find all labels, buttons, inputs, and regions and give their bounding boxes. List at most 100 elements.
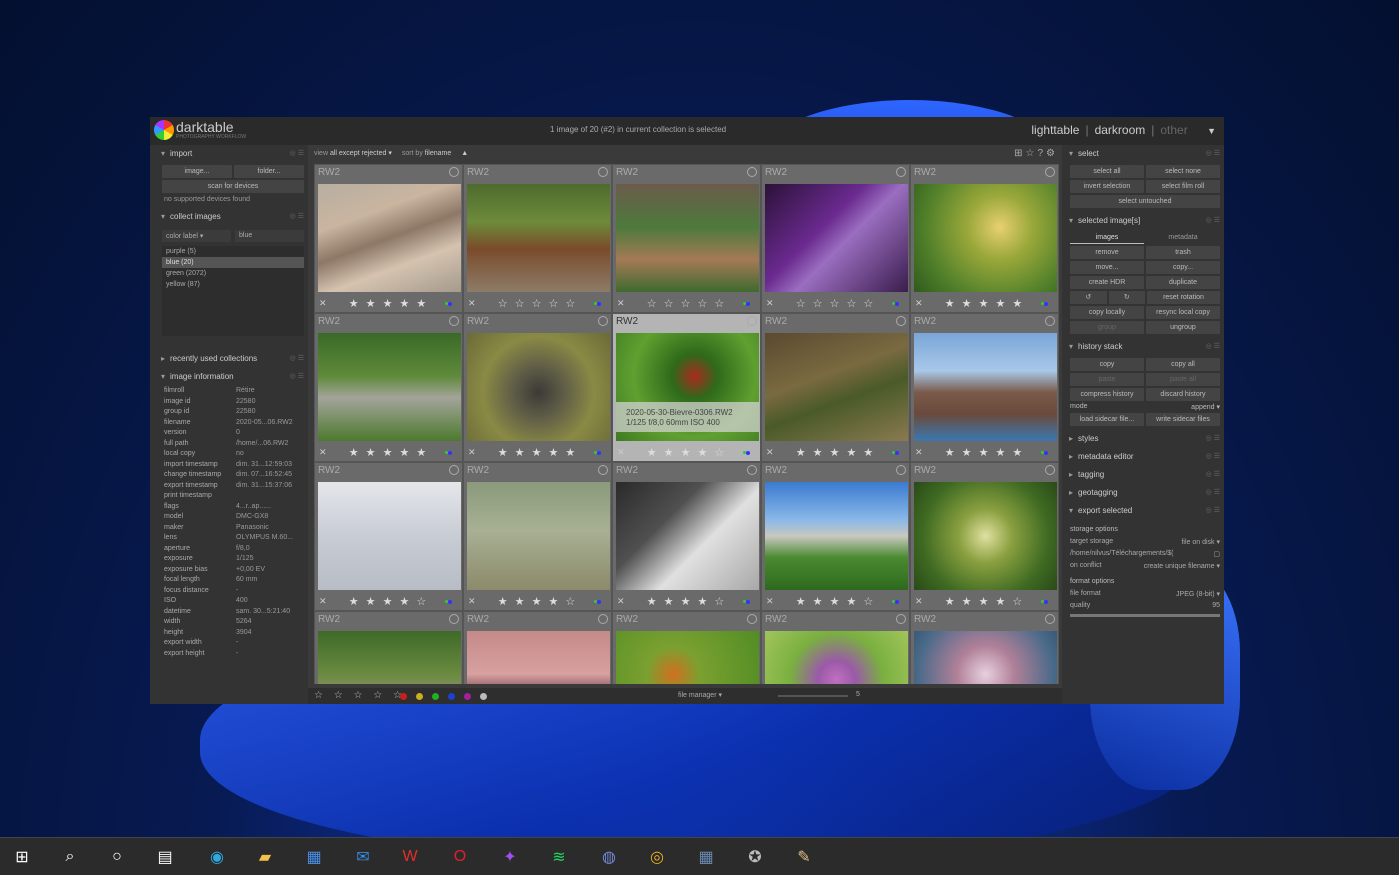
thumbnail-cell[interactable]: RW2 ✕ ★ ★ ★ ★ ★ — [910, 313, 1059, 462]
load-sidecar-button[interactable]: load sidecar file... — [1070, 413, 1144, 426]
history-paste-button[interactable]: paste — [1070, 373, 1144, 386]
copy-locally-button[interactable]: copy locally — [1070, 306, 1144, 319]
preferences-gear-icon[interactable]: ⚙ — [1046, 148, 1058, 159]
select-film-roll-button[interactable]: select film roll — [1146, 180, 1220, 193]
cortana-icon[interactable]: ○ — [105, 845, 129, 869]
view-filter-select[interactable]: all except rejected ▾ — [330, 150, 392, 157]
view-lighttable[interactable]: lighttable — [1031, 123, 1079, 137]
altered-icon[interactable] — [598, 614, 608, 624]
wps-icon[interactable]: W — [398, 845, 422, 869]
color-label-filter-button[interactable] — [400, 693, 407, 700]
module-styles-header[interactable]: styles◎ ☰ — [1066, 430, 1224, 448]
mail-icon[interactable]: ✉ — [351, 845, 375, 869]
module-history-header[interactable]: history stack◎ ☰ — [1066, 338, 1224, 356]
altered-icon[interactable] — [896, 167, 906, 177]
history-copy-button[interactable]: copy — [1070, 358, 1144, 371]
messenger-icon[interactable]: ✦ — [498, 845, 522, 869]
layout-select[interactable]: file manager ▾ — [678, 691, 722, 699]
export-path-input[interactable]: /home/nilvus/Téléchargements/$( — [1070, 550, 1174, 558]
thumbnail-cell[interactable]: RW2 ✕ ☆ ☆ ☆ ☆ ☆ — [612, 164, 761, 313]
thumbnail-cell[interactable]: RW2 ✕ ★ ★ ★ ★ ★ — [463, 313, 612, 462]
star-rating[interactable]: ★ ★ ★ ★ ☆ — [613, 446, 760, 459]
scan-devices-button[interactable]: scan for devices — [162, 180, 304, 193]
on-conflict-select[interactable]: create unique filename ▾ — [1144, 562, 1220, 570]
discord-icon[interactable]: ◍ — [597, 845, 621, 869]
altered-icon[interactable] — [449, 614, 459, 624]
thumbnail-cell[interactable]: RW2 ✕ ★ ★ ★ ★ ☆ — [314, 462, 463, 611]
color-label-filter-button[interactable] — [432, 693, 439, 700]
search-icon[interactable]: ⌕ — [58, 845, 82, 869]
altered-icon[interactable] — [1045, 167, 1055, 177]
star-rating[interactable]: ★ ★ ★ ★ ★ — [315, 446, 462, 459]
view-darkroom[interactable]: darkroom — [1095, 123, 1146, 137]
import-image-button[interactable]: image... — [162, 165, 232, 178]
altered-icon[interactable] — [896, 614, 906, 624]
select-all-button[interactable]: select all — [1070, 165, 1144, 178]
star-rating[interactable]: ★ ★ ★ ★ ☆ — [911, 595, 1058, 608]
star-rating[interactable]: ☆ ☆ ☆ ☆ ☆ — [464, 297, 611, 310]
opera-icon[interactable]: O — [448, 845, 472, 869]
thumbnail-cell[interactable]: RW2✕ — [612, 611, 761, 684]
rating-filter-stars[interactable]: ☆ ☆ ☆ ☆ ☆ — [314, 690, 406, 701]
module-import-header[interactable]: import◎ ☰ — [158, 145, 308, 163]
star-rating[interactable]: ★ ★ ★ ★ ★ — [762, 446, 909, 459]
star-rating[interactable]: ★ ★ ★ ★ ★ — [315, 297, 462, 310]
module-metadata-editor-header[interactable]: metadata editor◎ ☰ — [1066, 448, 1224, 466]
copy-button[interactable]: copy... — [1146, 261, 1220, 274]
mode-select[interactable]: append ▾ — [1191, 403, 1220, 411]
altered-icon[interactable] — [747, 167, 757, 177]
thumbnail-cell[interactable]: RW2 2020-05-30-Bievre-0306.RW2 1/125 f/8,0… — [612, 313, 761, 462]
altered-icon[interactable] — [896, 465, 906, 475]
thumbnail-cell[interactable]: RW2 ✕ ★ ★ ★ ★ ★ — [314, 313, 463, 462]
discard-history-button[interactable]: discard history — [1146, 388, 1220, 401]
thumbnail-cell[interactable]: RW2✕ — [463, 611, 612, 684]
write-sidecar-button[interactable]: write sidecar files — [1146, 413, 1220, 426]
star-rating[interactable]: ★ ★ ★ ★ ★ — [464, 446, 611, 459]
edge-icon[interactable]: ◉ — [205, 845, 229, 869]
altered-icon[interactable] — [598, 316, 608, 326]
altered-icon[interactable] — [1045, 316, 1055, 326]
reset-rotation-button[interactable]: reset rotation — [1147, 291, 1220, 304]
altered-icon[interactable] — [1045, 614, 1055, 624]
select-none-button[interactable]: select none — [1146, 165, 1220, 178]
star-rating[interactable]: ☆ ☆ ☆ ☆ ☆ — [762, 297, 909, 310]
thumbnail-cell[interactable]: RW2 ✕ ★ ★ ★ ★ ★ — [314, 164, 463, 313]
collect-item[interactable]: yellow (87) — [162, 279, 304, 290]
group-button[interactable]: group — [1070, 321, 1144, 334]
thumbnail-cell[interactable]: RW2 ✕ ★ ★ ★ ★ ☆ — [463, 462, 612, 611]
color-label-filter-button[interactable] — [416, 693, 423, 700]
altered-icon[interactable] — [449, 465, 459, 475]
compress-history-button[interactable]: compress history — [1070, 388, 1144, 401]
quality-slider[interactable] — [1070, 614, 1220, 617]
view-other[interactable]: other — [1160, 123, 1187, 137]
file-format-select[interactable]: JPEG (8-bit) ▾ — [1176, 590, 1220, 598]
star-rating[interactable]: ★ ★ ★ ★ ★ — [911, 297, 1058, 310]
color-label-filter-button[interactable] — [480, 693, 487, 700]
star-rating[interactable]: ☆ ☆ ☆ ☆ ☆ — [613, 297, 760, 310]
calculator-icon[interactable]: ▦ — [694, 845, 718, 869]
chrome-icon[interactable]: ◎ — [645, 845, 669, 869]
windows-start-icon[interactable]: ⊞ — [10, 845, 34, 869]
thumbnail-cell[interactable]: RW2 ✕ ★ ★ ★ ★ ☆ — [761, 462, 910, 611]
altered-icon[interactable] — [449, 167, 459, 177]
module-recent-header[interactable]: recently used collections◎ ☰ — [158, 350, 308, 368]
thumbnail-cell[interactable]: RW2✕ — [314, 611, 463, 684]
module-geotagging-header[interactable]: geotagging◎ ☰ — [1066, 484, 1224, 502]
views-dropdown-icon[interactable]: ▼ — [1207, 126, 1216, 136]
spotify-icon[interactable]: ≋ — [547, 845, 571, 869]
altered-icon[interactable] — [747, 465, 757, 475]
help-icon[interactable]: ? — [1037, 148, 1046, 159]
target-storage-select[interactable]: file on disk ▾ — [1181, 538, 1220, 546]
star-rating[interactable]: ★ ★ ★ ★ ★ — [911, 446, 1058, 459]
thumbnail-cell[interactable]: RW2 ✕ ★ ★ ★ ★ ★ — [761, 313, 910, 462]
module-collect-header[interactable]: collect images◎ ☰ — [158, 208, 308, 226]
rotate-right-icon[interactable]: ↻ — [1108, 291, 1145, 304]
import-folder-button[interactable]: folder... — [234, 165, 304, 178]
altered-icon[interactable] — [747, 614, 757, 624]
module-selected-images-header[interactable]: selected image[s]◎ ☰ — [1066, 212, 1224, 230]
file-explorer-icon[interactable]: ▰ — [253, 845, 277, 869]
trash-button[interactable]: trash — [1146, 246, 1220, 259]
zoom-slider[interactable] — [778, 695, 848, 697]
collect-item[interactable]: purple (5) — [162, 246, 304, 257]
grouping-icon[interactable]: ⊞ — [1014, 148, 1025, 159]
